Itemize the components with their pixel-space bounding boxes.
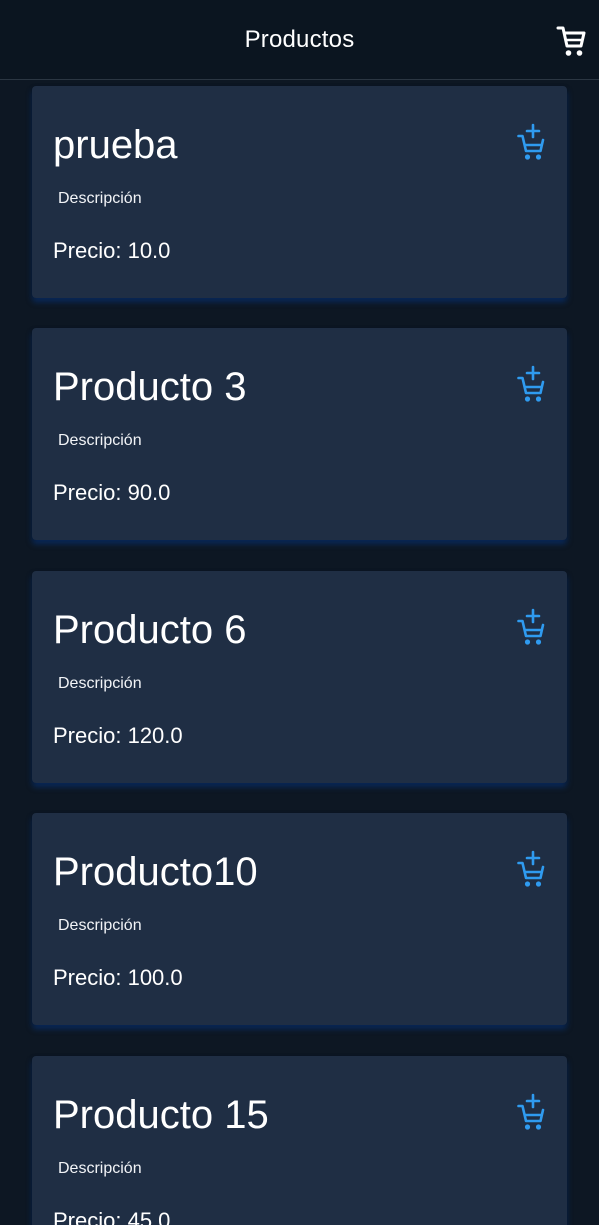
- product-price: Precio: 90.0: [53, 480, 171, 505]
- product-price: Precio: 10.0: [53, 238, 171, 263]
- product-description: Descripción: [58, 675, 142, 692]
- product-price: Precio: 45.0: [53, 1208, 171, 1225]
- add-to-cart-button[interactable]: [515, 364, 547, 404]
- add-shopping-cart-icon: [517, 365, 545, 402]
- add-to-cart-button[interactable]: [515, 1092, 547, 1132]
- product-name: Producto 6: [53, 608, 247, 652]
- add-shopping-cart-icon: [517, 850, 545, 887]
- product-description: Descripción: [58, 1160, 142, 1177]
- product-list[interactable]: prueba Descripción Precio: 10.0 Producto…: [0, 80, 599, 1225]
- product-name: Producto 15: [53, 1093, 269, 1137]
- product-description: Descripción: [58, 432, 142, 449]
- product-card[interactable]: Producto 3 Descripción Precio: 90.0: [32, 328, 567, 540]
- add-to-cart-button[interactable]: [515, 607, 547, 647]
- add-shopping-cart-icon: [517, 608, 545, 645]
- product-name: prueba: [53, 123, 178, 167]
- page-title: Productos: [244, 26, 355, 53]
- add-to-cart-button[interactable]: [515, 849, 547, 889]
- app-bar: Productos: [0, 0, 599, 80]
- product-card[interactable]: Producto10 Descripción Precio: 100.0: [32, 813, 567, 1025]
- add-shopping-cart-icon: [517, 1093, 545, 1130]
- shopping-cart-icon: [556, 26, 586, 56]
- product-name: Producto 3: [53, 365, 247, 409]
- product-description: Descripción: [58, 190, 142, 207]
- shopping-cart-button[interactable]: [553, 21, 589, 61]
- add-to-cart-button[interactable]: [515, 122, 547, 162]
- product-price: Precio: 100.0: [53, 965, 183, 990]
- product-card[interactable]: Producto 15 Descripción Precio: 45.0: [32, 1056, 567, 1225]
- add-shopping-cart-icon: [517, 123, 545, 160]
- product-name: Producto10: [53, 850, 258, 894]
- product-price: Precio: 120.0: [53, 723, 183, 748]
- product-card[interactable]: prueba Descripción Precio: 10.0: [32, 86, 567, 298]
- product-card[interactable]: Producto 6 Descripción Precio: 120.0: [32, 571, 567, 783]
- product-description: Descripción: [58, 917, 142, 934]
